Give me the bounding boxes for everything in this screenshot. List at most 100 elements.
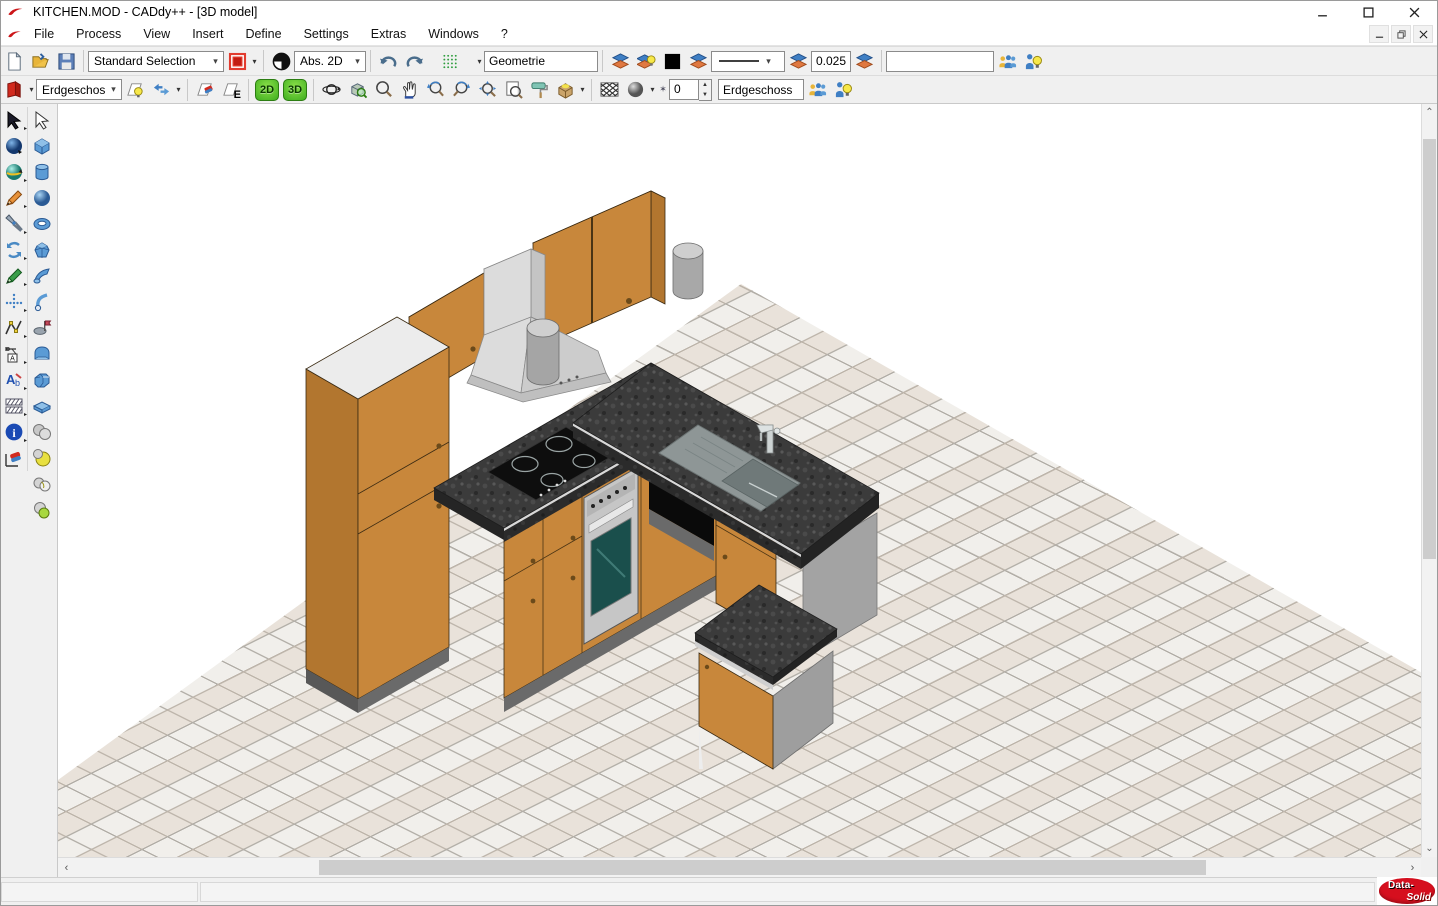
box-solid-tool-button[interactable] xyxy=(29,133,55,159)
width-layer-icon[interactable] xyxy=(852,49,876,73)
text-tool-button[interactable]: ▸ xyxy=(1,367,27,393)
direct-select-tool-button[interactable] xyxy=(29,107,55,133)
redo-button[interactable] xyxy=(402,49,426,73)
pen-width-input[interactable] xyxy=(811,51,851,72)
zoom-page-button[interactable] xyxy=(501,78,525,102)
grid-snap-button[interactable] xyxy=(428,49,474,73)
mdi-minimize-icon[interactable] xyxy=(1369,25,1389,43)
boolean-subtract-tool-button[interactable] xyxy=(29,445,55,471)
fillet-tool-button[interactable] xyxy=(29,341,55,367)
trim-pliers-tool-button[interactable]: ▸ xyxy=(1,211,27,237)
render-roller-button[interactable] xyxy=(527,78,551,102)
mdi-restore-icon[interactable] xyxy=(1391,25,1411,43)
coordinate-mode-combo[interactable]: Abs. 2D▾ xyxy=(294,51,366,72)
extrude-tool-button[interactable] xyxy=(29,263,55,289)
draw-pencil-tool-button[interactable]: ▸ xyxy=(1,185,27,211)
storey-name-input[interactable] xyxy=(718,79,804,100)
eraser-tool-button[interactable] xyxy=(1,445,27,471)
shaded-view-dropdown-icon[interactable]: ▾ xyxy=(578,79,587,101)
vertical-scroll-thumb[interactable] xyxy=(1423,139,1436,559)
sweep-tool-button[interactable] xyxy=(29,289,55,315)
sheet-edit-button[interactable]: E xyxy=(219,78,243,102)
group-select-button[interactable] xyxy=(995,49,1019,73)
annotation-input[interactable] xyxy=(886,51,994,72)
hatch-display-button[interactable] xyxy=(597,78,621,102)
point-grid-tool-button[interactable]: ▸ xyxy=(1,289,27,315)
revolve-flag-tool-button[interactable] xyxy=(29,315,55,341)
cylinder-solid-tool-button[interactable] xyxy=(29,159,55,185)
info-tool-button[interactable]: ▸ xyxy=(1,419,27,445)
model-viewport[interactable] xyxy=(58,104,1424,859)
highlight-entities-button-2[interactable] xyxy=(831,78,855,102)
swap-arrows-dropdown-icon[interactable]: ▾ xyxy=(174,79,183,101)
chamfer-tool-button[interactable] xyxy=(29,367,55,393)
menu-process[interactable]: Process xyxy=(65,24,132,44)
sketch-pencil-tool-button[interactable]: ▸ xyxy=(1,263,27,289)
menu-settings[interactable]: Settings xyxy=(293,24,360,44)
zoom-extents-button[interactable] xyxy=(475,78,499,102)
maximize-icon[interactable] xyxy=(1345,1,1391,23)
menu-help[interactable]: ? xyxy=(490,24,519,44)
vertical-scrollbar[interactable]: ⌃ ⌄ xyxy=(1421,104,1437,857)
torus-solid-tool-button[interactable] xyxy=(29,211,55,237)
menu-view[interactable]: View xyxy=(132,24,181,44)
hatch-tool-button[interactable]: ▸ xyxy=(1,393,27,419)
pen-black-swatch[interactable] xyxy=(660,49,684,73)
line-layer-icon[interactable] xyxy=(786,49,810,73)
menu-insert[interactable]: Insert xyxy=(181,24,234,44)
save-file-button[interactable] xyxy=(54,49,78,73)
zoom-window-button[interactable] xyxy=(371,78,395,102)
layer-stack-icon[interactable] xyxy=(608,49,632,73)
pen-color-button[interactable] xyxy=(225,49,249,73)
horizontal-scrollbar[interactable]: ‹ › xyxy=(58,857,1421,877)
contrast-circle-button[interactable] xyxy=(269,49,293,73)
zoom-previous-button[interactable] xyxy=(423,78,447,102)
material-dropdown-icon[interactable]: ▾ xyxy=(648,79,657,101)
sphere-solid-tool-button[interactable] xyxy=(29,185,55,211)
orbit-sphere-tool-button[interactable]: ▸ xyxy=(1,159,27,185)
new-file-button[interactable] xyxy=(2,49,26,73)
orbit-rotate-button[interactable] xyxy=(319,78,343,102)
highlight-entities-button[interactable] xyxy=(1021,49,1045,73)
select-tool-button[interactable]: ▸ xyxy=(1,107,27,133)
swap-arrows-button[interactable] xyxy=(149,78,173,102)
shaded-view-button[interactable] xyxy=(553,78,577,102)
layer-assign-icon[interactable] xyxy=(686,49,710,73)
spin-down-icon[interactable]: ▼ xyxy=(699,90,711,100)
boolean-merge-tool-button[interactable] xyxy=(29,497,55,523)
scroll-left-icon[interactable]: ‹ xyxy=(58,858,75,877)
group-select-button-2[interactable] xyxy=(805,78,829,102)
line-style-combo[interactable]: ▾ xyxy=(711,51,785,72)
rotation-step-spinner[interactable]: ▲▼ xyxy=(669,79,712,101)
storey-combo[interactable]: Erdgeschos▾ xyxy=(36,79,122,100)
layer-visibility-icon[interactable] xyxy=(634,49,658,73)
menu-file[interactable]: File xyxy=(23,24,65,44)
view-3d-button[interactable]: 3D xyxy=(283,79,307,101)
minimize-icon[interactable] xyxy=(1299,1,1345,23)
polyline-tool-button[interactable]: ▸ xyxy=(1,315,27,341)
sheet-visibility-button[interactable] xyxy=(123,78,147,102)
menu-define[interactable]: Define xyxy=(234,24,292,44)
material-sphere-button[interactable] xyxy=(623,78,647,102)
rotation-step-input[interactable] xyxy=(669,79,699,100)
mdi-close-icon[interactable] xyxy=(1413,25,1433,43)
view-2d-button[interactable]: 2D xyxy=(255,79,279,101)
sphere-view-tool-button[interactable] xyxy=(1,133,27,159)
menu-extras[interactable]: Extras xyxy=(360,24,417,44)
menu-windows[interactable]: Windows xyxy=(417,24,490,44)
scroll-up-icon[interactable]: ⌃ xyxy=(1422,104,1437,121)
spin-up-icon[interactable]: ▲ xyxy=(699,80,711,90)
undo-button[interactable] xyxy=(376,49,400,73)
zoom-model-button[interactable] xyxy=(345,78,369,102)
grid-dropdown-icon[interactable]: ▾ xyxy=(475,50,484,72)
model-book-button[interactable] xyxy=(2,78,26,102)
boolean-union-tool-button[interactable] xyxy=(29,419,55,445)
layer-name-input[interactable] xyxy=(484,51,598,72)
zoom-next-button[interactable] xyxy=(449,78,473,102)
scroll-right-icon[interactable]: › xyxy=(1404,858,1421,877)
pan-hand-button[interactable] xyxy=(397,78,421,102)
dimension-tool-button[interactable]: ▸ xyxy=(1,341,27,367)
prism-solid-tool-button[interactable] xyxy=(29,237,55,263)
boolean-intersect-tool-button[interactable] xyxy=(29,471,55,497)
horizontal-scroll-thumb[interactable] xyxy=(319,860,1206,875)
